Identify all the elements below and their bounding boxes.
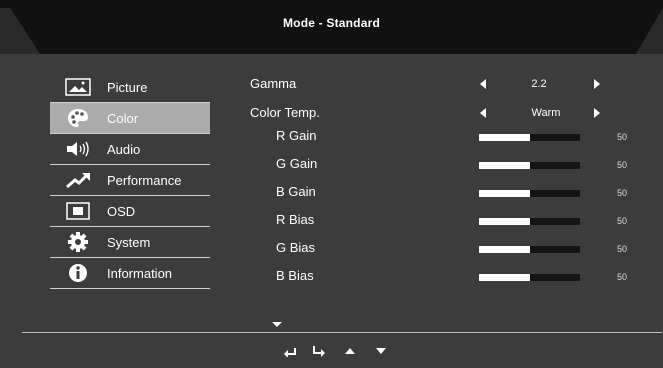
r-bias-label: R Bias — [276, 212, 315, 227]
color-temp-value: Warm — [531, 107, 561, 119]
mode-title: Mode - Standard — [282, 16, 380, 30]
slider-fill — [479, 134, 530, 141]
slider-fill — [479, 162, 530, 169]
r-gain-label: R Gain — [276, 128, 317, 143]
color-temp-next-arrow-icon[interactable] — [594, 108, 600, 118]
b-gain-slider[interactable] — [479, 190, 580, 197]
osd-window: Mode - Standard Picture Color Audio Perf… — [0, 0, 663, 368]
r-gain-slider[interactable] — [479, 134, 580, 141]
b-bias-label: B Bias — [276, 268, 314, 283]
r-gain-value: 50 — [617, 132, 628, 142]
g-gain-value: 50 — [617, 160, 628, 170]
g-gain-label: G Gain — [276, 156, 318, 171]
color-temp-label: Color Temp. — [250, 105, 320, 120]
color-temp-prev-arrow-icon[interactable] — [480, 108, 486, 118]
b-gain-value: 50 — [617, 188, 628, 198]
g-gain-setting[interactable]: G Gain 50 — [0, 156, 663, 176]
scroll-down-icon[interactable] — [272, 322, 282, 327]
gamma-label: Gamma — [250, 76, 297, 91]
b-gain-setting[interactable]: B Gain 50 — [0, 184, 663, 204]
enter-icon[interactable] — [312, 344, 326, 358]
back-icon[interactable] — [283, 344, 297, 358]
color-temp-setting[interactable]: Color Temp. Warm — [0, 105, 663, 125]
slider-fill — [479, 274, 530, 281]
b-bias-setting[interactable]: B Bias 50 — [0, 268, 663, 288]
g-bias-slider[interactable] — [479, 246, 580, 253]
down-arrow-icon[interactable] — [375, 344, 387, 358]
slider-fill — [479, 190, 530, 197]
osd-header: Mode - Standard — [0, 0, 663, 55]
up-arrow-icon[interactable] — [344, 344, 356, 358]
r-bias-value: 50 — [617, 216, 628, 226]
gamma-setting[interactable]: Gamma 2.2 — [0, 76, 663, 96]
slider-fill — [479, 218, 530, 225]
footer-divider — [22, 332, 662, 333]
r-bias-setting[interactable]: R Bias 50 — [0, 212, 663, 232]
gamma-prev-arrow-icon[interactable] — [480, 79, 486, 89]
r-bias-slider[interactable] — [479, 218, 580, 225]
gamma-value: 2.2 — [531, 78, 547, 90]
b-bias-slider[interactable] — [479, 274, 580, 281]
g-bias-setting[interactable]: G Bias 50 — [0, 240, 663, 260]
b-bias-value: 50 — [617, 272, 628, 282]
g-bias-value: 50 — [617, 244, 628, 254]
slider-fill — [479, 246, 530, 253]
r-gain-setting[interactable]: R Gain 50 — [0, 128, 663, 148]
g-bias-label: G Bias — [276, 240, 316, 255]
g-gain-slider[interactable] — [479, 162, 580, 169]
b-gain-label: B Gain — [276, 184, 316, 199]
gamma-next-arrow-icon[interactable] — [594, 79, 600, 89]
